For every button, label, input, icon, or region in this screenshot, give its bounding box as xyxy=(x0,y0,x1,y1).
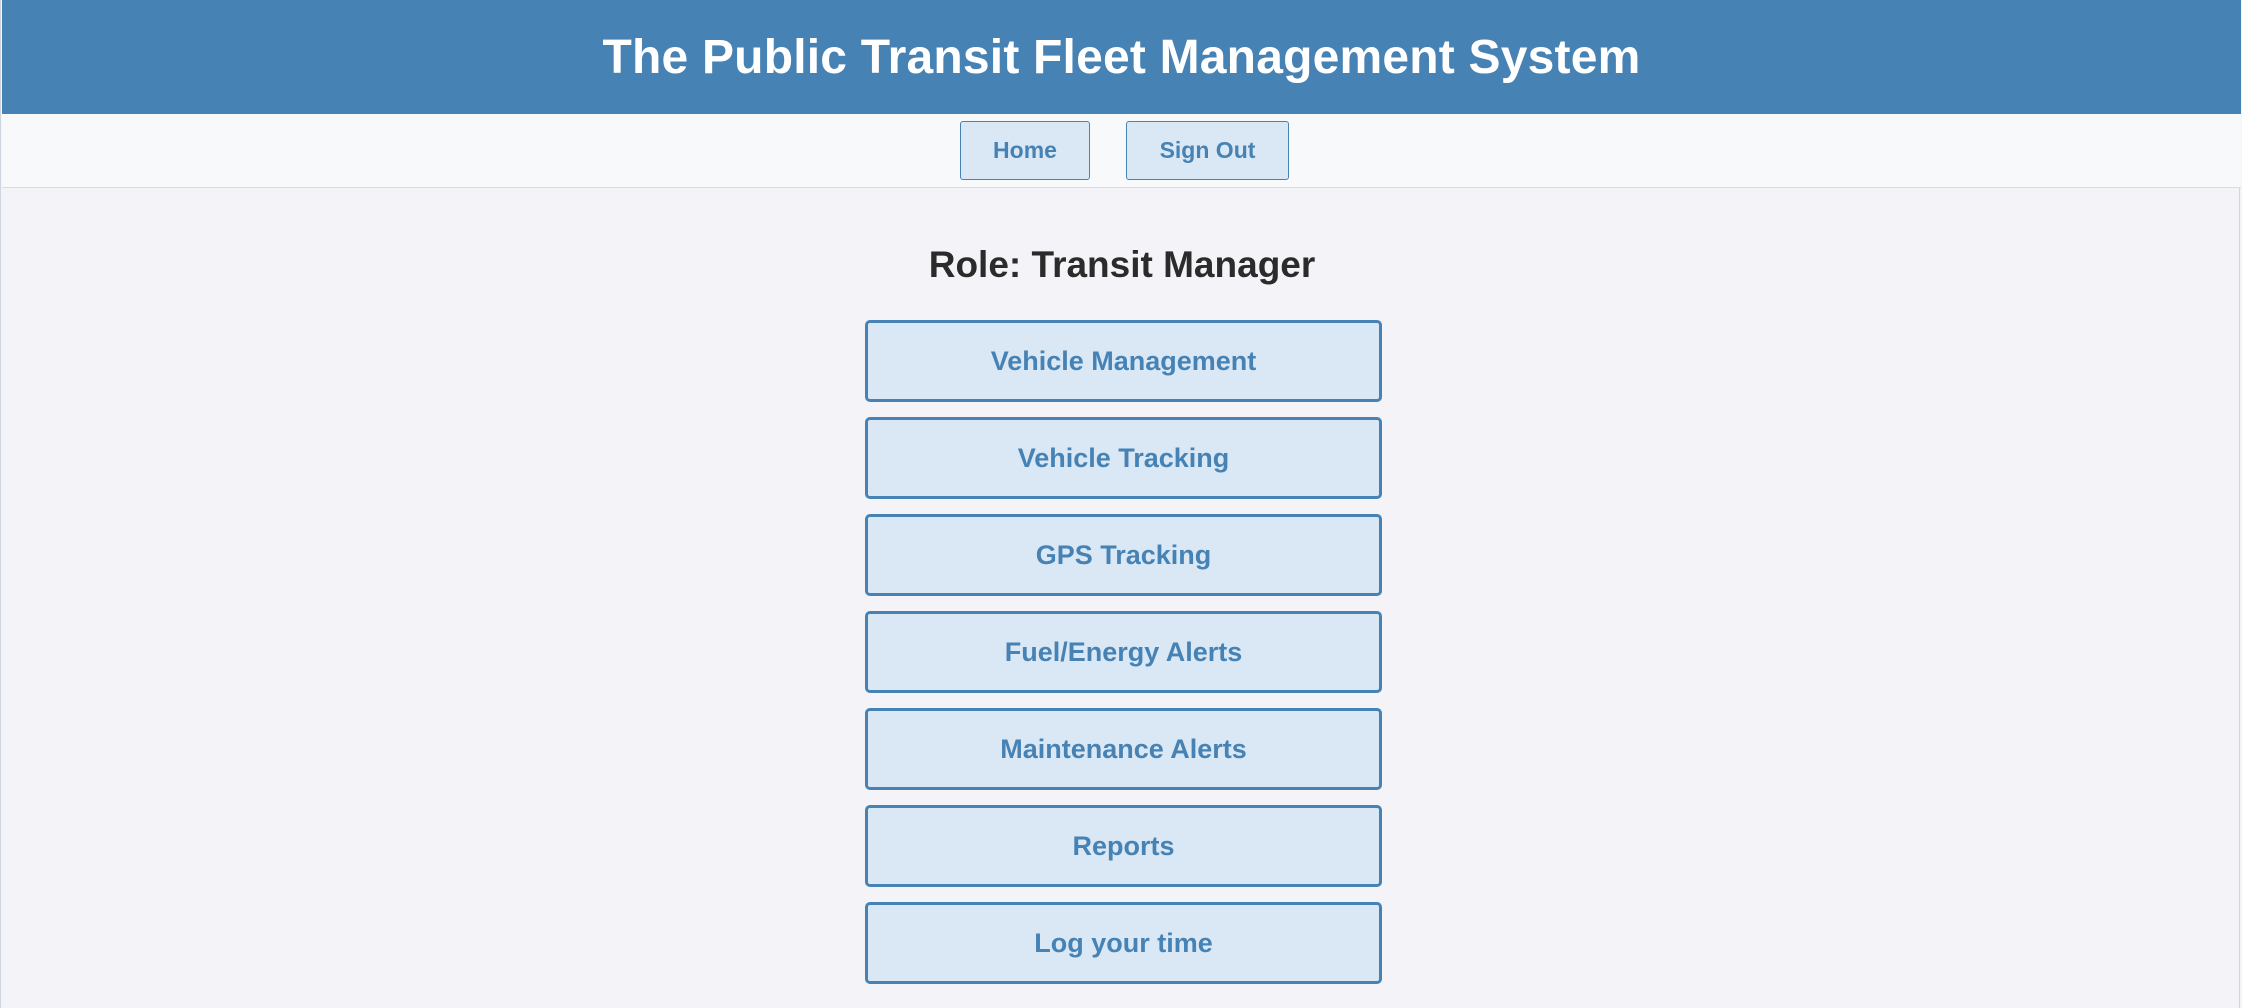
gps-tracking-button[interactable]: GPS Tracking xyxy=(865,514,1382,596)
reports-button[interactable]: Reports xyxy=(865,805,1382,887)
vehicle-tracking-button[interactable]: Vehicle Tracking xyxy=(865,417,1382,499)
log-time-button[interactable]: Log your time xyxy=(865,902,1382,984)
vehicle-management-button[interactable]: Vehicle Management xyxy=(865,320,1382,402)
app-title: The Public Transit Fleet Management Syst… xyxy=(602,30,1641,84)
role-menu: Vehicle Management Vehicle Tracking GPS … xyxy=(865,320,1382,999)
sign-out-button[interactable]: Sign Out xyxy=(1126,121,1289,180)
home-button[interactable]: Home xyxy=(960,121,1090,180)
app-frame: The Public Transit Fleet Management Syst… xyxy=(0,0,2241,1008)
maintenance-alerts-button[interactable]: Maintenance Alerts xyxy=(865,708,1382,790)
top-nav: Home Sign Out xyxy=(2,114,2241,188)
app-header: The Public Transit Fleet Management Syst… xyxy=(2,0,2241,114)
role-title: Role: Transit Manager xyxy=(928,244,1316,285)
fuel-energy-alerts-button[interactable]: Fuel/Energy Alerts xyxy=(865,611,1382,693)
